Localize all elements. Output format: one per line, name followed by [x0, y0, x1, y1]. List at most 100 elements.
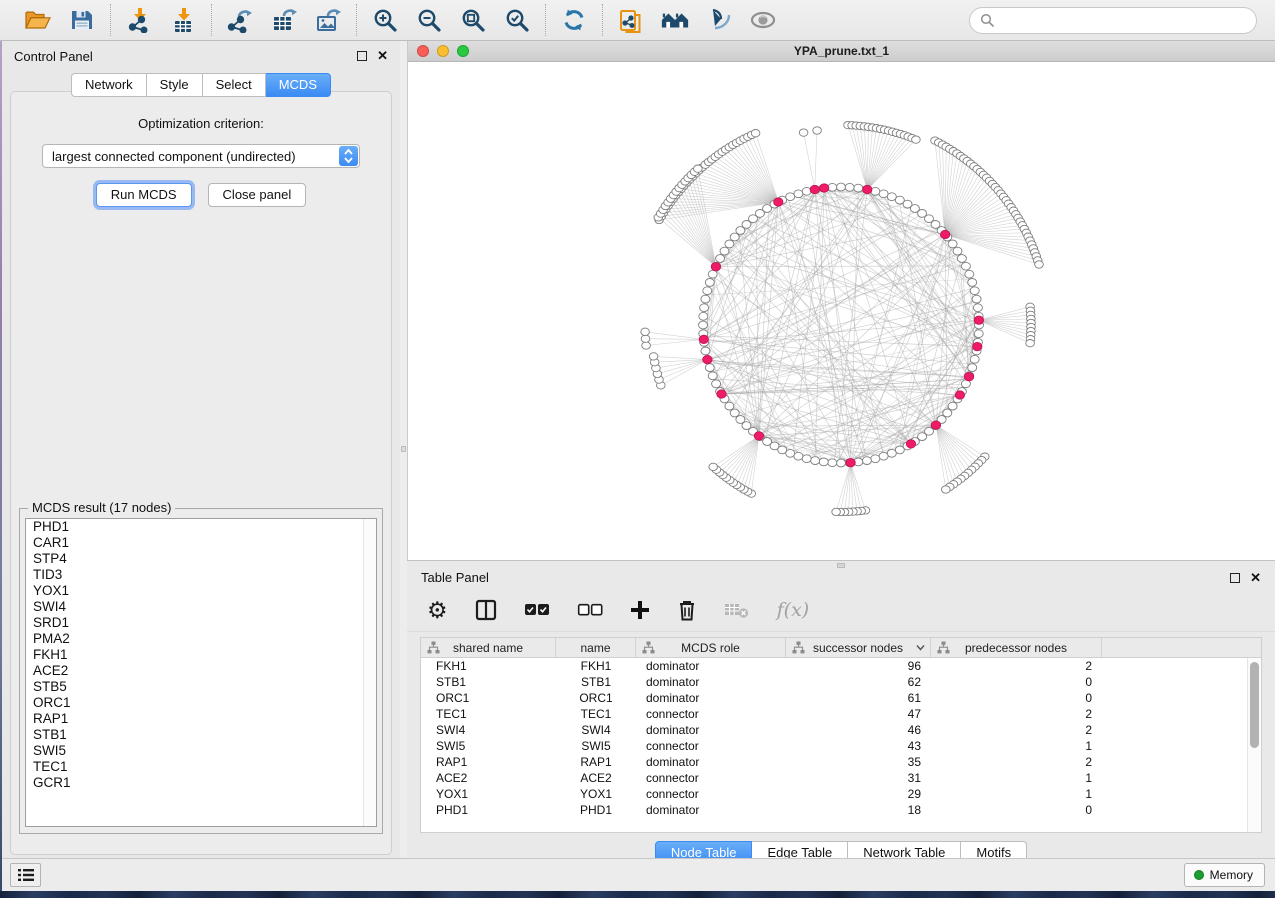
table-cell: PHD1: [556, 802, 636, 818]
mcds-result-item[interactable]: STB5: [26, 679, 376, 695]
show-panels-icon[interactable]: [748, 5, 778, 35]
tab-mcds[interactable]: MCDS: [266, 73, 331, 97]
table-cell: dominator: [636, 690, 786, 706]
zoom-out-icon[interactable]: [414, 5, 444, 35]
close-panel-icon[interactable]: ✕: [377, 51, 388, 61]
table-row[interactable]: FKH1FKH1dominator962: [421, 658, 1247, 674]
search-area: [969, 7, 1257, 34]
mcds-result-item[interactable]: SRD1: [26, 615, 376, 631]
table-row[interactable]: ORC1ORC1dominator610: [421, 690, 1247, 706]
mcds-result-item[interactable]: STB1: [26, 727, 376, 743]
mcds-result-item[interactable]: YOX1: [26, 583, 376, 599]
desktop-wallpaper-edge: [0, 41, 2, 891]
mcds-result-item[interactable]: GCR1: [26, 775, 376, 791]
delete-table-icon[interactable]: [724, 595, 750, 625]
import-network-icon[interactable]: [124, 5, 154, 35]
table-cell: 43: [786, 738, 931, 754]
table-panel-splitter-handle-icon[interactable]: [837, 563, 845, 568]
mcds-result-item[interactable]: STP4: [26, 551, 376, 567]
mcds-result-item[interactable]: RAP1: [26, 711, 376, 727]
mcds-result-item[interactable]: FKH1: [26, 647, 376, 663]
column-layout-icon[interactable]: [475, 595, 497, 625]
tab-network[interactable]: Network: [71, 73, 147, 97]
search-input[interactable]: [1000, 13, 1246, 28]
export-image-icon[interactable]: [313, 5, 343, 35]
select-all-icon[interactable]: [524, 595, 550, 625]
column-label: MCDS role: [681, 641, 740, 655]
column-header-MCDS-role[interactable]: MCDS role: [636, 638, 786, 657]
search-field[interactable]: [969, 7, 1257, 34]
vertical-splitter[interactable]: [400, 41, 407, 858]
table-row[interactable]: SWI5SWI5connector431: [421, 738, 1247, 754]
open-folder-icon[interactable]: [23, 5, 53, 35]
mcds-result-list[interactable]: PHD1CAR1STP4TID3YOX1SWI4SRD1PMA2FKH1ACE2…: [25, 518, 377, 827]
table-cell: YOX1: [556, 786, 636, 802]
table-row[interactable]: STB1STB1dominator620: [421, 674, 1247, 690]
float-panel-icon[interactable]: [357, 51, 367, 61]
select-stepper-icon: [339, 146, 358, 166]
table-cell: PHD1: [421, 802, 556, 818]
table-row[interactable]: TEC1TEC1connector472: [421, 706, 1247, 722]
mcds-result-item[interactable]: TEC1: [26, 759, 376, 775]
column-header-successor-nodes[interactable]: successor nodes: [786, 638, 931, 657]
delete-column-icon[interactable]: [677, 595, 697, 625]
save-icon[interactable]: [67, 5, 97, 35]
table-scrollbar-thumb[interactable]: [1250, 662, 1259, 748]
task-history-button[interactable]: [10, 863, 41, 887]
mcds-result-item[interactable]: TID3: [26, 567, 376, 583]
refresh-icon[interactable]: [559, 5, 589, 35]
table-cell: dominator: [636, 754, 786, 770]
mcds-list-scrollbar[interactable]: [363, 519, 376, 826]
float-table-panel-icon[interactable]: [1230, 573, 1240, 583]
close-panel-button[interactable]: Close panel: [208, 183, 307, 207]
run-mcds-button[interactable]: Run MCDS: [96, 183, 192, 207]
deselect-all-icon[interactable]: [577, 595, 603, 625]
table-body: FKH1FKH1dominator962STB1STB1dominator620…: [421, 658, 1247, 832]
table-row[interactable]: YOX1YOX1connector291: [421, 786, 1247, 802]
mcds-result-item[interactable]: ACE2: [26, 663, 376, 679]
column-header-name[interactable]: name: [556, 638, 636, 657]
table-row[interactable]: PHD1PHD1dominator180: [421, 802, 1247, 818]
mcds-result-item[interactable]: PHD1: [26, 519, 376, 535]
table-row[interactable]: RAP1RAP1dominator352: [421, 754, 1247, 770]
zoom-selected-icon[interactable]: [502, 5, 532, 35]
mcds-result-item[interactable]: ORC1: [26, 695, 376, 711]
add-column-icon[interactable]: [630, 595, 650, 625]
hide-panels-icon[interactable]: [704, 5, 734, 35]
mcds-result-item[interactable]: PMA2: [26, 631, 376, 647]
zoom-fit-icon[interactable]: [458, 5, 488, 35]
mcds-result-item[interactable]: CAR1: [26, 535, 376, 551]
close-table-panel-icon[interactable]: ✕: [1250, 573, 1261, 583]
network-canvas[interactable]: [408, 62, 1275, 560]
optimization-select[interactable]: largest connected component (undirected): [42, 144, 360, 168]
tab-style[interactable]: Style: [147, 73, 203, 97]
status-bar: Memory: [0, 858, 1275, 891]
share-document-icon[interactable]: [616, 5, 646, 35]
table-cell: 35: [786, 754, 931, 770]
home-networks-icon[interactable]: [660, 5, 690, 35]
search-icon: [980, 13, 994, 27]
column-header-shared-name[interactable]: shared name: [421, 638, 556, 657]
network-window-titlebar[interactable]: YPA_prune.txt_1: [408, 41, 1275, 62]
splitter-handle-icon[interactable]: [401, 446, 406, 452]
memory-button[interactable]: Memory: [1184, 863, 1265, 887]
table-row[interactable]: SWI4SWI4dominator462: [421, 722, 1247, 738]
column-label: predecessor nodes: [965, 641, 1067, 655]
table-scrollbar[interactable]: [1247, 658, 1261, 832]
table-panel: Table Panel ✕ ⚙: [407, 560, 1275, 858]
table-cell: STB1: [556, 674, 636, 690]
function-builder-icon[interactable]: f(x): [777, 595, 810, 625]
export-table-icon[interactable]: [269, 5, 299, 35]
column-header-predecessor-nodes[interactable]: predecessor nodes: [931, 638, 1102, 657]
table-settings-icon[interactable]: ⚙: [427, 595, 448, 625]
tab-select[interactable]: Select: [203, 73, 266, 97]
export-network-icon[interactable]: [225, 5, 255, 35]
table-cell: 29: [786, 786, 931, 802]
zoom-in-icon[interactable]: [370, 5, 400, 35]
import-table-icon[interactable]: [168, 5, 198, 35]
mcds-result-item[interactable]: SWI5: [26, 743, 376, 759]
mcds-result-item[interactable]: SWI4: [26, 599, 376, 615]
table-row[interactable]: ACE2ACE2connector311: [421, 770, 1247, 786]
network-graph[interactable]: [408, 62, 1274, 559]
table-cell: SWI4: [421, 722, 556, 738]
